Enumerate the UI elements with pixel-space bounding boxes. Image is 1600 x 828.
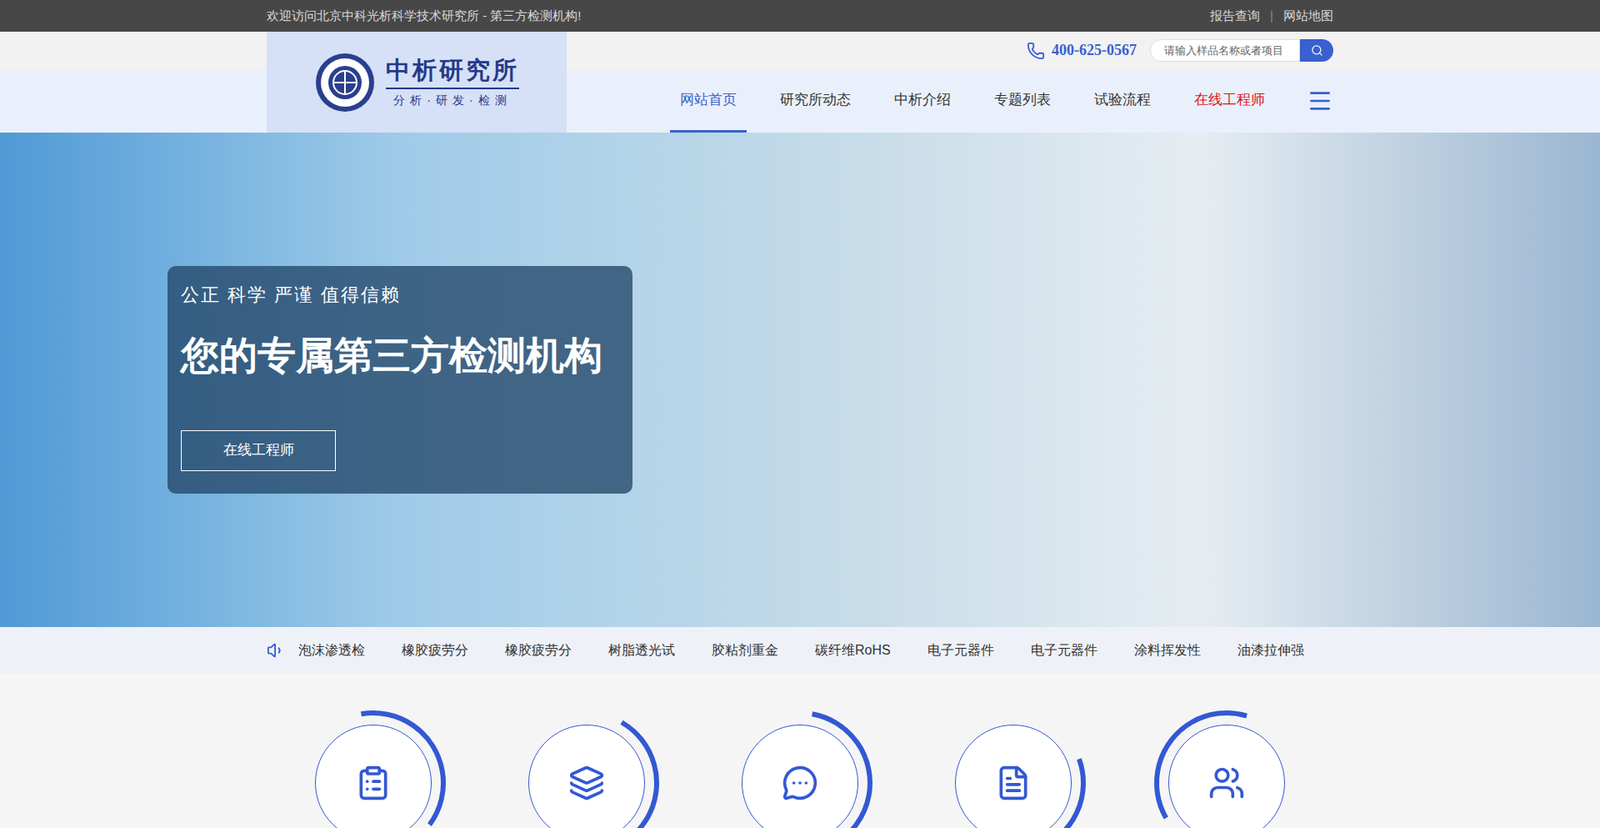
service-item[interactable] — [513, 709, 660, 828]
phone-icon — [1026, 41, 1045, 60]
ring-icon — [919, 688, 1108, 828]
ticker-item[interactable]: 泡沫渗透检 — [298, 640, 365, 660]
ring-icon — [486, 682, 687, 828]
nav-item[interactable]: 研究所动态 — [770, 69, 861, 133]
ring-icon — [1126, 682, 1327, 828]
service-icon — [781, 764, 819, 801]
ticker-item[interactable]: 涂料挥发性 — [1134, 640, 1201, 660]
nav-item[interactable]: 网站首页 — [670, 69, 747, 133]
logo-subtitle: 分析·研发·检测 — [393, 91, 511, 110]
hero-button[interactable]: 在线工程师 — [180, 430, 336, 471]
ticker-item[interactable]: 电子元器件 — [927, 640, 995, 660]
nav-item[interactable]: 中析介绍 — [884, 69, 961, 133]
service-icon — [355, 764, 392, 801]
welcome-text: 欢迎访问北京中科光析科学技术研究所 - 第三方检测机构! — [266, 6, 582, 26]
menu-button[interactable] — [1306, 69, 1334, 133]
ticker-item[interactable]: 碳纤维RoHS — [815, 640, 891, 660]
service-item[interactable] — [1153, 709, 1300, 828]
header: 中析研究所分析·研发·检测 400-625-0567 网站首页研究所动态中析介绍专题… — [0, 31, 1600, 133]
phone-number: 400-625-0567 — [1051, 39, 1137, 62]
seal-icon — [314, 51, 376, 114]
top-link[interactable]: 报告查询 — [1210, 6, 1260, 26]
service-icon — [1208, 764, 1245, 801]
menu-icon — [1306, 87, 1334, 115]
hero-card: 公正 科学 严谨 值得信赖您的专属第三方检测机构在线工程师 — [167, 265, 633, 494]
logo[interactable]: 中析研究所分析·研发·检测 — [266, 31, 567, 133]
search-icon — [1310, 44, 1324, 57]
hero-banner: 公正 科学 严谨 值得信赖您的专属第三方检测机构在线工程师 — [0, 132, 1600, 627]
ring-icon — [288, 697, 459, 828]
top-link[interactable]: 网站地图 — [1283, 6, 1334, 26]
nav-item[interactable]: 专题列表 — [984, 69, 1061, 133]
ticker-item[interactable]: 橡胶疲劳分 — [401, 640, 469, 660]
main-nav: 网站首页研究所动态中析介绍专题列表试验流程在线工程师 — [566, 69, 1334, 133]
service-item[interactable] — [300, 709, 447, 828]
service-item[interactable] — [726, 709, 874, 828]
search-button[interactable] — [1300, 39, 1334, 62]
logo-title: 中析研究所 — [385, 55, 520, 85]
ticker-item[interactable]: 电子元器件 — [1030, 640, 1098, 660]
ticker-item[interactable]: 树脂透光试 — [608, 640, 675, 660]
top-bar: 欢迎访问北京中科光析科学技术研究所 - 第三方检测机构! 报告查询 | 网站地图 — [0, 0, 1600, 32]
service-icon — [995, 764, 1032, 801]
ticker: 泡沫渗透检 橡胶疲劳分 橡胶疲劳分 树脂透光试 胶粘剂重金 碳纤维RoHS 电子元器件 电子元… — [0, 626, 1600, 674]
nav-item[interactable]: 在线工程师 — [1184, 69, 1275, 133]
separator: | — [1270, 6, 1274, 26]
ring-icon — [715, 697, 885, 828]
service-icon — [568, 764, 605, 801]
nav-item[interactable]: 试验流程 — [1084, 69, 1161, 133]
speaker-icon — [266, 640, 285, 660]
ticker-item[interactable]: 胶粘剂重金 — [711, 640, 779, 660]
service-item[interactable] — [940, 709, 1087, 828]
hero-headline: 您的专属第三方检测机构 — [180, 331, 620, 380]
ticker-item[interactable]: 橡胶疲劳分 — [505, 640, 572, 660]
hero-tagline: 公正 科学 严谨 值得信赖 — [180, 280, 620, 309]
page: 欢迎访问北京中科光析科学技术研究所 - 第三方检测机构! 报告查询 | 网站地图中析研… — [0, 0, 1600, 828]
ticker-item[interactable]: 油漆拉伸强 — [1237, 640, 1305, 660]
search-input[interactable] — [1150, 39, 1300, 62]
services — [0, 673, 1600, 828]
